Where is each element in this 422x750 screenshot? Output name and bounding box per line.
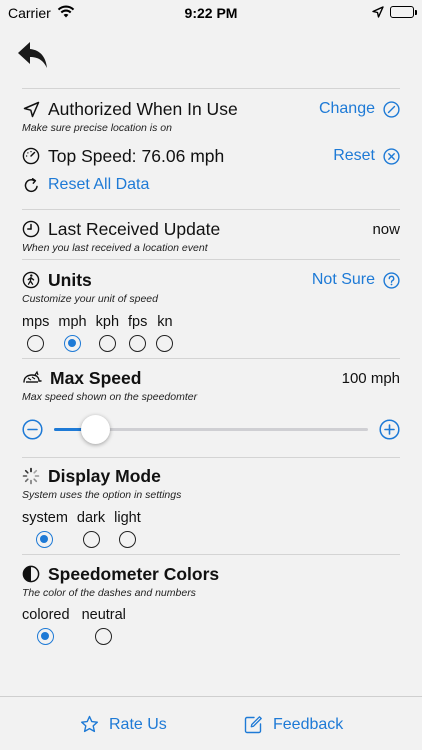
radio-button[interactable] [98, 335, 116, 352]
clock-icon [22, 220, 40, 238]
display-mode-options: system dark light [22, 510, 150, 548]
units-section: Units Customize your unit of speed Not S… [22, 268, 400, 305]
radio-button[interactable] [95, 628, 113, 645]
display-mode-section: Display Mode System uses the option in s… [22, 464, 400, 502]
divider [22, 209, 400, 210]
minus-circle-icon[interactable] [22, 419, 43, 440]
radio-button[interactable] [118, 531, 136, 548]
change-button[interactable]: Change [319, 97, 400, 121]
unit-option-label: mph [58, 314, 87, 330]
top-speed-section: Top Speed: 76.06 mph Reset [22, 144, 400, 168]
reset-all-data-button[interactable]: Reset All Data [22, 176, 400, 194]
feedback-button[interactable]: Feedback [244, 715, 343, 734]
rate-us-button[interactable]: Rate Us [80, 715, 167, 734]
display-mode-title: Display Mode [48, 465, 161, 486]
color-option-colored[interactable]: colored [22, 607, 70, 645]
display-mode-subtitle: System uses the option in settings [22, 489, 182, 501]
tortoise-hare-icon [22, 369, 42, 387]
location-arrow-icon [372, 5, 384, 21]
radio-button[interactable] [27, 335, 45, 352]
speedometer-colors-title: Speedometer Colors [48, 563, 220, 584]
speedometer-colors-options: colored neutral [22, 607, 135, 645]
max-speed-subtitle: Max speed shown on the speedomter [22, 391, 198, 403]
battery-icon [390, 6, 417, 18]
speedometer-colors-subtitle: The color of the dashes and numbers [22, 587, 196, 599]
refresh-icon [22, 176, 40, 194]
not-sure-label: Not Sure [311, 271, 375, 288]
color-option-neutral[interactable]: neutral [82, 607, 126, 645]
top-speed-value: 76.06 mph [141, 145, 225, 166]
location-permission-section: Authorized When In Use Make sure precise… [22, 97, 400, 134]
question-circle-icon [383, 271, 400, 289]
unit-option-mph[interactable]: mph [58, 314, 87, 352]
unit-option-label: mps [22, 314, 50, 330]
unit-option-label: kph [95, 314, 120, 330]
display-option-dark[interactable]: dark [77, 510, 105, 548]
not-sure-button[interactable]: Not Sure [312, 268, 400, 292]
radio-button[interactable] [156, 335, 174, 352]
units-options: mps mph kph fps kn [22, 314, 182, 352]
compose-icon [244, 716, 262, 734]
radio-button-selected[interactable] [64, 335, 82, 352]
unit-option-mps[interactable]: mps [22, 314, 49, 352]
star-icon [81, 715, 98, 733]
max-speed-slider [22, 413, 400, 445]
reset-label: Reset [333, 147, 375, 164]
unit-option-label: fps [128, 314, 148, 330]
top-speed-label: Top Speed: [48, 145, 137, 166]
display-option-light[interactable]: light [114, 510, 141, 548]
divider [22, 358, 400, 359]
plus-circle-icon[interactable] [379, 419, 400, 440]
location-subtitle: Make sure precise location is on [22, 122, 172, 134]
slider-thumb[interactable] [80, 415, 110, 444]
units-title: Units [48, 269, 92, 290]
speedometer-colors-section: Speedometer Colors The color of the dash… [22, 562, 400, 600]
display-option-system[interactable]: system [22, 510, 68, 548]
max-speed-title: Max Speed [50, 367, 142, 388]
location-status-title: Authorized When In Use [48, 98, 238, 119]
location-arrow-icon [22, 100, 40, 118]
spinner-icon [22, 467, 40, 485]
unit-option-fps[interactable]: fps [128, 314, 147, 352]
back-arrow-icon [18, 42, 47, 68]
display-option-label: dark [76, 510, 106, 526]
rate-us-label: Rate Us [109, 715, 167, 733]
close-circle-icon [383, 147, 400, 165]
display-option-label: system [22, 510, 68, 526]
feedback-label: Feedback [273, 715, 344, 733]
radio-button-selected[interactable] [37, 628, 55, 645]
divider [22, 88, 400, 89]
color-option-label: colored [22, 607, 70, 623]
reset-all-data-label: Reset All Data [48, 176, 150, 193]
bottom-toolbar: Rate Us Feedback [0, 696, 422, 750]
status-bar: Carrier 9:22 PM [0, 0, 422, 26]
color-option-label: neutral [81, 607, 126, 623]
reset-top-speed-button[interactable]: Reset [333, 144, 400, 168]
back-button[interactable] [16, 38, 50, 72]
change-label: Change [318, 100, 375, 117]
last-update-title: Last Received Update [48, 218, 221, 239]
unit-option-label: kn [157, 314, 173, 330]
units-subtitle: Customize your unit of speed [22, 293, 158, 305]
radio-button[interactable] [82, 531, 100, 548]
contrast-circle-icon [22, 565, 40, 583]
divider [22, 457, 400, 458]
unit-option-kph[interactable]: kph [96, 314, 119, 352]
display-option-label: light [114, 510, 141, 526]
unit-option-kn[interactable]: kn [156, 314, 174, 352]
divider [22, 259, 400, 260]
last-update-section: Last Received Update When you last recei… [22, 217, 400, 255]
divider [22, 554, 400, 555]
slider-track[interactable] [54, 415, 368, 444]
clock: 9:22 PM [184, 5, 238, 21]
last-update-subtitle: When you last received a location event [22, 242, 208, 254]
radio-button[interactable] [129, 335, 147, 352]
max-speed-value: 100 mph [341, 369, 400, 387]
slash-circle-icon [383, 100, 400, 118]
walking-person-icon [22, 271, 40, 289]
radio-button-selected[interactable] [36, 531, 54, 548]
max-speed-section: Max Speed Max speed shown on the speedom… [22, 366, 400, 404]
last-update-value: now [372, 220, 400, 238]
speedometer-icon [22, 147, 40, 165]
